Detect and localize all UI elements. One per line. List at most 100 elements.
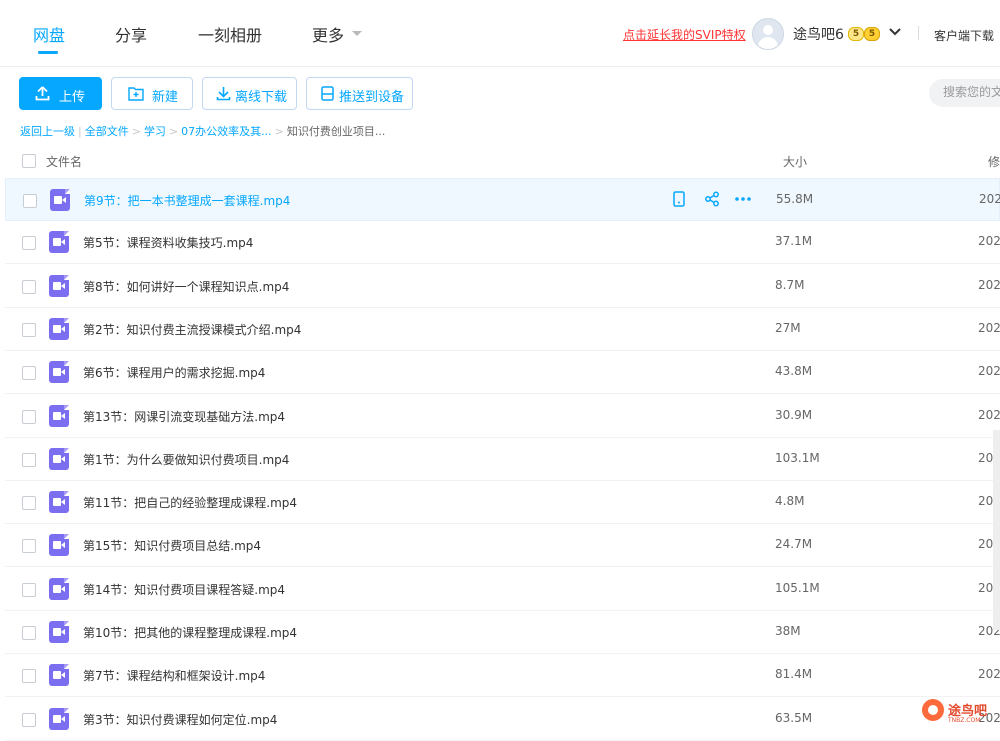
video-file-icon — [49, 361, 69, 384]
file-size: 103.1M — [775, 450, 820, 465]
file-size: 4.8M — [775, 494, 805, 509]
row-checkbox[interactable] — [22, 626, 36, 640]
breadcrumb: 返回上一级 | 全部文件 > 学习 >07办公效率及其... > 知识付费创业项目... — [20, 125, 386, 138]
file-name[interactable]: 第9节：把一本书整理成一套课程.mp4 — [84, 192, 290, 209]
tab-album[interactable]: 一刻相册 — [198, 22, 262, 46]
row-checkbox[interactable] — [23, 194, 37, 208]
video-file-icon — [49, 664, 69, 687]
file-size: 8.7M — [775, 277, 805, 292]
file-name[interactable]: 第8节：如何讲好一个课程知识点.mp4 — [83, 278, 289, 295]
row-checkbox[interactable] — [22, 409, 36, 424]
watermark-icon — [922, 699, 944, 721]
video-file-icon — [49, 317, 69, 340]
file-name[interactable]: 第7节：课程结构和框架设计.mp4 — [83, 667, 265, 684]
search-input[interactable] — [943, 85, 1000, 99]
breadcrumb-back[interactable]: 返回上一级 — [20, 125, 75, 138]
row-checkbox[interactable] — [22, 322, 36, 337]
chevron-down-icon[interactable] — [888, 24, 902, 43]
username[interactable]: 途鸟吧6 — [793, 24, 844, 44]
new-folder-button[interactable]: 新建 — [111, 77, 193, 110]
upload-button[interactable]: 上传 — [19, 77, 102, 110]
push-to-device-button[interactable]: 推送到设备 — [306, 77, 413, 110]
caret-down-icon[interactable] — [352, 31, 362, 36]
row-checkbox[interactable] — [22, 669, 36, 684]
row-checkbox[interactable] — [22, 452, 36, 467]
row-actions — [668, 191, 758, 211]
file-row[interactable]: 第14节：知识付费项目课程答疑.mp4105.1M2021 — [5, 568, 1000, 611]
file-row[interactable]: 第3节：知识付费课程如何定位.mp463.5M2021 — [5, 698, 1000, 741]
tab-more[interactable]: 更多 — [312, 22, 344, 46]
file-name[interactable]: 第3节：知识付费课程如何定位.mp4 — [83, 711, 277, 728]
column-size[interactable]: 大小 — [783, 153, 807, 170]
video-file-icon — [49, 707, 69, 730]
file-modified: 2021 — [978, 234, 1000, 249]
file-row[interactable]: 第15节：知识付费项目总结.mp424.7M2021 — [5, 524, 1000, 568]
video-file-icon — [49, 447, 69, 470]
scrollbar[interactable] — [993, 430, 1000, 630]
file-modified: 2021 — [978, 277, 1000, 292]
row-checkbox[interactable] — [22, 279, 36, 294]
file-row[interactable]: 第5节：课程资料收集技巧.mp4 37.1M 2021 — [5, 221, 1000, 265]
file-name[interactable]: 第10节：把其他的课程整理成课程.mp4 — [83, 624, 297, 641]
row-checkbox[interactable] — [22, 366, 36, 381]
file-name[interactable]: 第11节：把自己的经验整理成课程.mp4 — [83, 494, 297, 511]
breadcrumb-study[interactable]: 学习 — [144, 125, 166, 138]
file-size: 27M — [775, 320, 801, 335]
file-row[interactable]: 第8节：如何讲好一个课程知识点.mp4 8.7M 2021 — [5, 265, 1000, 308]
file-name[interactable]: 第15节：知识付费项目总结.mp4 — [83, 537, 261, 554]
video-file-icon — [49, 491, 69, 514]
file-row[interactable]: 第6节：课程用户的需求挖掘.mp4 43.8M 2021 — [5, 351, 1000, 395]
file-modified: 2021 — [978, 364, 1000, 379]
row-checkbox[interactable] — [22, 236, 36, 251]
file-row[interactable]: 第2节：知识付费主流授课模式介绍.mp4 27M 2021 — [5, 308, 1000, 351]
row-checkbox[interactable] — [22, 582, 36, 597]
tab-share[interactable]: 分享 — [115, 22, 147, 46]
row-checkbox[interactable] — [22, 496, 36, 511]
file-modified: 2021 — [978, 320, 1000, 335]
file-name[interactable]: 第6节：课程用户的需求挖掘.mp4 — [83, 364, 265, 381]
file-name[interactable]: 第1节：为什么要做知识付费项目.mp4 — [83, 451, 289, 468]
file-row[interactable]: 第11节：把自己的经验整理成课程.mp44.8M2021 — [5, 481, 1000, 525]
offline-label: 离线下载 — [235, 90, 288, 105]
video-file-icon — [49, 577, 69, 600]
file-row[interactable]: 第13节：网课引流变现基础方法.mp4 30.9M 2021 — [5, 395, 1000, 438]
file-row[interactable]: 第7节：课程结构和框架设计.mp4 81.4M 2021 — [5, 654, 1000, 698]
phone-icon[interactable] — [672, 191, 686, 211]
vip-badge: 5 — [864, 27, 880, 41]
offline-download-button[interactable]: 离线下载 — [202, 77, 297, 110]
top-nav: 网盘 分享 一刻相册 更多 点击延长我的SVIP特权 途鸟吧6 5 5 客户端下… — [0, 0, 1000, 67]
column-name[interactable]: 文件名 — [46, 153, 82, 170]
file-size: 55.8M — [776, 192, 814, 206]
breadcrumb-all-files[interactable]: 全部文件 — [85, 125, 129, 138]
file-name[interactable]: 第14节：知识付费项目课程答疑.mp4 — [83, 581, 285, 598]
video-file-icon — [49, 231, 69, 254]
breadcrumb-office[interactable]: 07办公效率及其... — [181, 125, 272, 138]
tab-netdisk[interactable]: 网盘 — [33, 22, 65, 46]
column-modified[interactable]: 修 — [988, 153, 1000, 170]
file-size: 30.9M — [775, 407, 813, 422]
file-size: 105.1M — [775, 580, 820, 595]
file-row[interactable]: 第10节：把其他的课程整理成课程.mp438M2021 — [5, 611, 1000, 654]
select-all-checkbox[interactable] — [22, 154, 36, 168]
client-download-link[interactable]: 客户端下载 — [934, 27, 994, 44]
new-label: 新建 — [152, 90, 179, 105]
upload-label: 上传 — [59, 90, 86, 105]
search-box[interactable] — [929, 79, 1000, 107]
more-icon[interactable] — [734, 191, 752, 211]
active-tab-underline — [38, 51, 58, 54]
file-row[interactable]: 第9节：把一本书整理成一套课程.mp4 55.8M 2021 — [5, 178, 1000, 221]
row-checkbox[interactable] — [22, 712, 36, 727]
file-size: 24.7M — [775, 537, 813, 552]
video-file-icon — [50, 189, 70, 211]
watermark-sub: TNBZ.COM — [948, 717, 981, 724]
svip-promo-link[interactable]: 点击延长我的SVIP特权 — [623, 26, 746, 43]
file-row[interactable]: 第1节：为什么要做知识付费项目.mp4103.1M2021 — [5, 438, 1000, 481]
share-icon[interactable] — [704, 191, 720, 211]
avatar[interactable] — [752, 18, 784, 50]
file-name[interactable]: 第5节：课程资料收集技巧.mp4 — [83, 234, 253, 251]
file-size: 43.8M — [775, 364, 813, 379]
row-checkbox[interactable] — [22, 539, 36, 554]
video-file-icon — [49, 534, 69, 557]
file-name[interactable]: 第2节：知识付费主流授课模式介绍.mp4 — [83, 321, 301, 338]
file-name[interactable]: 第13节：网课引流变现基础方法.mp4 — [83, 408, 285, 425]
